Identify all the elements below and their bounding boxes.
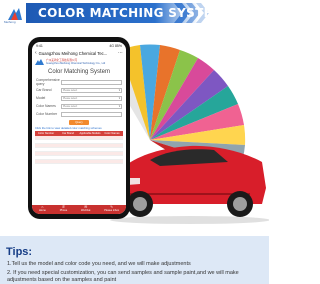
table-row[interactable] — [35, 160, 123, 165]
chevron-down-icon: ▾ — [118, 89, 120, 92]
status-bar: 9:41 4G 85% — [32, 42, 126, 49]
query-form: Comprehensive query Car Brand Please sel… — [32, 77, 126, 125]
form-row-color-number: Color Number — [36, 111, 122, 118]
company-logo-icon — [35, 59, 44, 65]
red-sports-car-icon — [110, 145, 269, 224]
tab-phone[interactable]: ✆ Phone — [60, 206, 68, 212]
form-row-model: Model Please select ▾ — [36, 95, 122, 102]
tips-section: Tips: 1.Tell us the model and color code… — [0, 236, 269, 284]
status-time: 9:41 — [36, 43, 43, 48]
comprehensive-query-input[interactable] — [61, 80, 122, 85]
comprehensive-query-label: Comprehensive query — [36, 78, 60, 86]
system-title: Color Matching System — [47, 69, 111, 75]
column-header-car-brand: Car Brand — [62, 132, 74, 136]
tips-title: Tips: — [6, 246, 33, 258]
company-name-en: Guangzhou Meihong Chemical Technology Co… — [46, 62, 106, 65]
car-brand-label: Car Brand — [36, 87, 52, 92]
column-header-applicable-models: Applicable Models — [79, 132, 101, 136]
detail-link-hint[interactable]: Click the link to view detailed color ma… — [32, 125, 126, 130]
color-number-input[interactable] — [61, 112, 122, 117]
phone-mockup: 9:41 4G 85% ‹ Guangzhou Meihong Chemical… — [28, 37, 130, 219]
tab-home[interactable]: ⌂ Home — [39, 206, 46, 212]
tip-item-1: 1.Tell us the model and color code you n… — [7, 261, 191, 267]
tip-item-2: 2. If you need special customization, yo… — [7, 270, 239, 284]
tab-inbox-label: Please inbox — [104, 209, 120, 212]
hero-scene: 9:41 4G 85% ‹ Guangzhou Meihong Chemical… — [0, 28, 269, 228]
status-indicators: 4G 85% — [109, 43, 122, 48]
model-select[interactable]: Please select ▾ — [61, 96, 122, 101]
app-title-bar: ‹ Guangzhou Meihong Chemical Tec... ⋯ — [32, 49, 126, 57]
color-names-label: Color Names — [36, 103, 56, 108]
company-name: 广州美鸿化工科技有限公司 Guangzhou Meihong Chemical … — [46, 59, 105, 65]
color-number-label: Color Number — [36, 111, 58, 116]
header-banner: Meihong COLOR MATCHING SYSTEM — [0, 0, 269, 28]
form-row-car-brand: Car Brand Please select ▾ — [36, 87, 122, 94]
model-value: Please select — [63, 97, 78, 100]
car-brand-value: Please select — [63, 89, 78, 92]
tab-phone-label: Phone — [59, 209, 68, 212]
color-names-value: Please select — [63, 105, 78, 108]
form-row-comprehensive: Comprehensive query — [36, 78, 122, 86]
tab-wechat-label: WeChat — [81, 209, 91, 212]
form-row-color-names: Color Names Please select ▾ — [36, 103, 122, 110]
model-label: Model — [36, 95, 46, 100]
app-title: Guangzhou Meihong Chemical Tec... — [38, 50, 108, 56]
back-arrow-icon[interactable]: ‹ — [35, 50, 37, 56]
car-brand-select[interactable]: Please select ▾ — [61, 88, 122, 93]
column-header-color-number: Color Number — [37, 132, 55, 136]
brand-label: Meihong — [4, 20, 16, 24]
phone-screen: 9:41 4G 85% ‹ Guangzhou Meihong Chemical… — [32, 42, 126, 214]
company-header: 广州美鸿化工科技有限公司 Guangzhou Meihong Chemical … — [32, 57, 126, 67]
page-title: COLOR MATCHING SYSTEM — [38, 6, 225, 20]
tab-inbox[interactable]: ✎ Please inbox — [104, 206, 119, 212]
chevron-down-icon: ▾ — [118, 97, 120, 100]
tab-home-label: Home — [38, 209, 46, 212]
bottom-tab-bar: ⌂ Home ✆ Phone ✉ WeChat ✎ Please inbox — [32, 205, 126, 214]
more-menu-icon[interactable]: ⋯ — [118, 50, 123, 56]
results-table: Color Number Car Brand Applicable Models… — [35, 131, 123, 165]
chevron-down-icon: ▾ — [118, 105, 120, 108]
tab-wechat[interactable]: ✉ WeChat — [81, 206, 90, 212]
column-header-color-names: Color Names — [104, 132, 120, 136]
color-names-select[interactable]: Please select ▾ — [61, 104, 122, 109]
